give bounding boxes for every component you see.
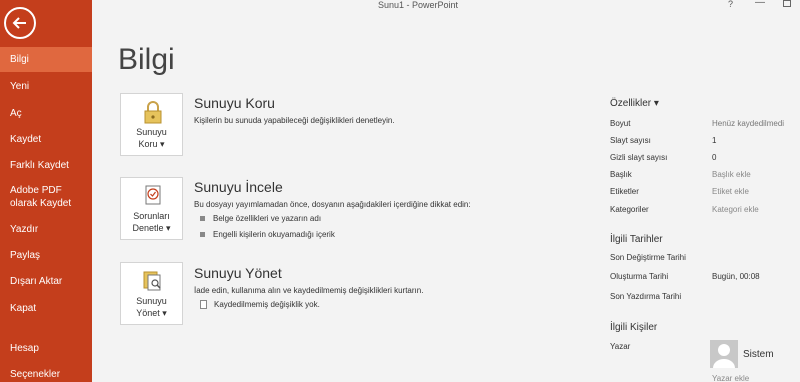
- person-icon: [713, 344, 735, 368]
- prop-label: Boyut: [610, 119, 631, 128]
- backstage-sidebar: Bilgi Yeni Aç Kaydet Farklı Kaydet Adobe…: [0, 0, 92, 382]
- avatar: [710, 340, 738, 368]
- date-label: Oluşturma Tarihi: [610, 272, 669, 281]
- manage-title: Sunuyu Yönet: [194, 265, 282, 281]
- title-field[interactable]: Başlık ekle: [712, 170, 751, 179]
- bullet-icon: [200, 216, 205, 221]
- title-bar: Sunu1 - PowerPoint ? —: [92, 0, 800, 14]
- list-item: Kaydedilmemiş değişiklik yok.: [200, 300, 320, 309]
- nav-item-export[interactable]: Dışarı Aktar: [0, 275, 92, 288]
- prop-label: Gizli slayt sayısı: [610, 153, 668, 162]
- document-icon: [200, 300, 207, 309]
- nav-item-options[interactable]: Seçenekler: [0, 368, 92, 381]
- manage-desc: İade edin, kullanıma alın ve kaydedilmem…: [194, 286, 424, 295]
- page-title: Bilgi: [118, 43, 175, 76]
- people-header: İlgili Kişiler: [610, 322, 658, 333]
- author-label: Yazar: [610, 342, 631, 351]
- back-button[interactable]: [4, 7, 36, 39]
- nav-item-save-as[interactable]: Farklı Kaydet: [0, 159, 92, 172]
- prop-label: Slayt sayısı: [610, 136, 651, 145]
- date-value: Bugün, 00:08: [712, 272, 760, 281]
- bullet-text: Belge özellikleri ve yazarın adı: [213, 214, 322, 223]
- prop-value: Henüz kaydedilmedi: [712, 119, 785, 128]
- button-label-line2: Koru ▾: [138, 139, 165, 149]
- tags-field[interactable]: Etiket ekle: [712, 187, 749, 196]
- window-title: Sunu1 - PowerPoint: [378, 0, 459, 10]
- prop-label: Etiketler: [610, 187, 639, 196]
- inspect-title: Sunuyu İncele: [194, 179, 283, 195]
- restore-button[interactable]: [783, 0, 791, 7]
- properties-header[interactable]: Özellikler ▾: [610, 98, 659, 109]
- nav-item-share[interactable]: Paylaş: [0, 249, 92, 262]
- nav-item-close[interactable]: Kapat: [0, 302, 92, 315]
- protect-title: Sunuyu Koru: [194, 95, 275, 111]
- prop-label: Kategoriler: [610, 205, 649, 214]
- button-label-line1: Sunuyu: [136, 127, 167, 137]
- button-label-line2: Yönet ▾: [136, 308, 167, 318]
- list-item: Belge özellikleri ve yazarın adı: [200, 214, 321, 223]
- bullet-text: Engelli kişilerin okuyamadığı içerik: [213, 230, 335, 239]
- item-text: Kaydedilmemiş değişiklik yok.: [214, 300, 320, 309]
- prop-value: 1: [712, 136, 717, 145]
- minimize-button[interactable]: —: [755, 0, 765, 8]
- date-label: Son Yazdırma Tarihi: [610, 292, 682, 301]
- lock-icon: [144, 101, 162, 124]
- nav-item-save[interactable]: Kaydet: [0, 133, 92, 146]
- arrow-left-icon: [12, 17, 26, 29]
- help-button[interactable]: ?: [728, 0, 733, 9]
- nav-item-print[interactable]: Yazdır: [0, 223, 92, 236]
- bullet-icon: [200, 232, 205, 237]
- button-label-line1: Sunuyu: [136, 296, 167, 306]
- nav-label: Bilgi: [10, 54, 29, 65]
- button-label-line2: Denetle ▾: [132, 223, 171, 233]
- check-issues-button[interactable]: Sorunları Denetle ▾: [120, 177, 183, 240]
- date-label: Son Değiştirme Tarihi: [610, 253, 686, 262]
- categories-field[interactable]: Kategori ekle: [712, 205, 759, 214]
- nav-item-info[interactable]: Bilgi: [0, 47, 92, 72]
- button-label-line1: Sorunları: [133, 211, 170, 221]
- protect-presentation-button[interactable]: Sunuyu Koru ▾: [120, 93, 183, 156]
- add-author-link[interactable]: Yazar ekle: [712, 374, 749, 382]
- document-check-icon: [145, 185, 161, 205]
- manage-document-icon: [143, 271, 161, 291]
- nav-item-open[interactable]: Aç: [0, 107, 92, 120]
- manage-presentation-button[interactable]: Sunuyu Yönet ▾: [120, 262, 183, 325]
- prop-label: Başlık: [610, 170, 632, 179]
- nav-item-account[interactable]: Hesap: [0, 342, 92, 355]
- inspect-desc: Bu dosyayı yayımlamadan önce, dosyanın a…: [194, 200, 471, 209]
- protect-desc: Kişilerin bu sunuda yapabileceği değişik…: [194, 116, 395, 125]
- list-item: Engelli kişilerin okuyamadığı içerik: [200, 230, 335, 239]
- prop-value: 0: [712, 153, 717, 162]
- dates-header: İlgili Tarihler: [610, 234, 663, 245]
- nav-item-save-pdf[interactable]: Adobe PDF olarak Kaydet: [0, 184, 78, 210]
- author-name[interactable]: Sistem: [743, 349, 774, 360]
- nav-item-new[interactable]: Yeni: [0, 80, 92, 93]
